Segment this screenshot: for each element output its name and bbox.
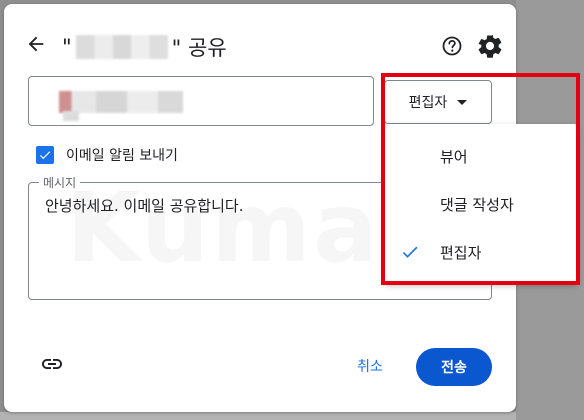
gear-icon — [478, 34, 502, 58]
title-prefix: " — [62, 35, 72, 59]
notify-checkbox[interactable] — [36, 146, 54, 164]
role-dropdown-label: 편집자 — [408, 95, 448, 111]
check-icon — [402, 246, 418, 258]
role-menu: 뷰어 댓글 작성자 편집자 — [384, 124, 578, 284]
redacted-filename — [75, 35, 168, 59]
people-input[interactable] — [28, 76, 374, 126]
role-menu-item-editor[interactable]: 편집자 — [384, 228, 578, 276]
message-text: 안녕하세요. 이메일 공유합니다. — [45, 197, 244, 215]
role-menu-item-label: 뷰어 — [440, 147, 468, 166]
message-label: 메시지 — [39, 174, 81, 191]
caret-down-icon — [457, 99, 468, 105]
redacted-recipient-fragment — [63, 111, 79, 121]
redacted-recipient — [59, 91, 183, 113]
role-menu-item-commenter[interactable]: 댓글 작성자 — [384, 180, 578, 228]
role-menu-item-label: 편집자 — [440, 243, 482, 262]
cancel-button[interactable]: 취소 — [342, 348, 398, 384]
role-menu-item-viewer[interactable]: 뷰어 — [384, 132, 578, 180]
send-button[interactable]: 전송 — [416, 348, 492, 386]
role-menu-item-label: 댓글 작성자 — [440, 195, 514, 214]
role-dropdown[interactable]: 편집자 — [384, 80, 492, 124]
settings-button[interactable] — [476, 32, 504, 60]
help-circle-icon — [442, 36, 462, 56]
copy-link-button[interactable] — [40, 352, 64, 376]
check-icon — [39, 151, 51, 160]
title-suffix: " 공유 — [171, 36, 227, 60]
notify-row: 이메일 알림 보내기 — [36, 144, 178, 166]
notify-label: 이메일 알림 보내기 — [66, 148, 178, 164]
dialog-title: " " 공유 — [62, 32, 227, 62]
background-page-bottom — [0, 412, 516, 420]
link-icon — [42, 359, 62, 369]
help-button[interactable] — [438, 32, 466, 60]
back-button[interactable] — [22, 30, 50, 58]
arrow-left-icon — [28, 36, 44, 52]
